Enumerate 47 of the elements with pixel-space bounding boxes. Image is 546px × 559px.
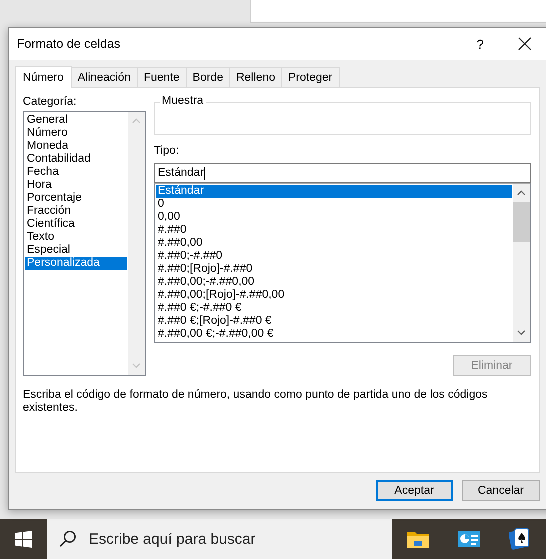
category-item[interactable]: General	[25, 114, 127, 127]
format-item[interactable]: #.##0 €;[Rojo]-#.##0 €	[156, 315, 512, 328]
close-icon[interactable]	[518, 37, 532, 51]
category-item[interactable]: Moneda	[25, 140, 127, 153]
window-title: Formato de celdas	[17, 37, 122, 51]
search-icon	[59, 530, 77, 548]
format-item[interactable]: 0	[156, 198, 512, 211]
format-item[interactable]: #.##0,00	[156, 237, 512, 250]
category-item[interactable]: Contabilidad	[25, 153, 127, 166]
description-text: Escriba el código de formato de número, usando como punto de partida uno de los códigos existentes.	[23, 389, 489, 415]
scroll-thumb[interactable]	[513, 202, 530, 242]
format-item[interactable]: #.##0,00 €;-#.##0,00 €	[156, 328, 512, 341]
format-item[interactable]: #.##0,00;-#.##0,00	[156, 276, 512, 289]
category-item[interactable]: Fecha	[25, 166, 127, 179]
windows-logo-icon	[15, 530, 32, 548]
scrollbar[interactable]	[513, 184, 530, 342]
help-button[interactable]: ?	[472, 36, 488, 52]
format-item[interactable]: #.##0,00;[Rojo]-#.##0,00	[156, 289, 512, 302]
sample-label: Muestra	[160, 95, 206, 107]
type-label: Tipo:	[154, 145, 180, 159]
category-item[interactable]: Número	[25, 127, 127, 140]
category-item[interactable]: Fracción	[25, 205, 127, 218]
category-item[interactable]: Científica	[25, 218, 127, 231]
search-box[interactable]: Escribe aquí para buscar	[47, 519, 392, 559]
cards-icon[interactable]	[509, 528, 532, 550]
scroll-up-icon[interactable]	[517, 190, 526, 196]
search-field[interactable]: Escribe aquí para buscar	[87, 530, 381, 548]
category-item[interactable]: Porcentaje	[25, 192, 127, 205]
scroll-down-icon[interactable]	[517, 330, 526, 336]
category-item[interactable]: Especial	[25, 244, 127, 257]
tab[interactable]: Número	[15, 66, 72, 88]
category-label: Categoría:	[23, 96, 78, 110]
format-item[interactable]: Estándar	[156, 185, 512, 198]
dashboard-icon[interactable]	[458, 531, 480, 547]
category-item[interactable]: Hora	[25, 179, 127, 192]
format-item[interactable]: #.##0	[156, 224, 512, 237]
format-item[interactable]: 0,00	[156, 211, 512, 224]
format-item[interactable]: #.##0 €;-#.##0 €	[156, 302, 512, 315]
dialog-button[interactable]: Cancelar	[462, 480, 540, 501]
format-item[interactable]: #.##0;[Rojo]-#.##0	[156, 263, 512, 276]
category-item[interactable]: Personalizada	[25, 257, 127, 270]
tab[interactable]: Proteger	[281, 67, 340, 87]
category-item[interactable]: Texto	[25, 231, 127, 244]
type-input-field[interactable]: Estándar	[154, 163, 531, 183]
folder-icon[interactable]	[406, 530, 429, 548]
dialog-button[interactable]: Aceptar	[376, 480, 453, 501]
format-item[interactable]: #.##0;-#.##0	[156, 250, 512, 263]
